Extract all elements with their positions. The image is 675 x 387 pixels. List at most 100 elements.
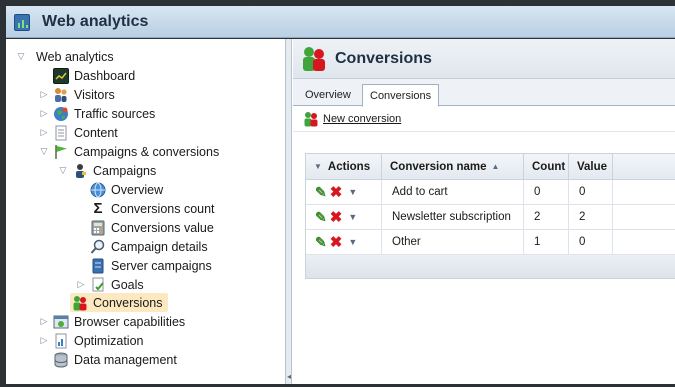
tree-item-conversions-value[interactable]: Conversions value	[90, 218, 214, 237]
expanded-arrow-icon[interactable]: ▽	[58, 165, 68, 176]
table-row: ✎ ✖ ▼ Other 1 0	[306, 230, 675, 255]
tab-strip: Overview Conversions	[293, 79, 675, 107]
collapse-arrow-icon[interactable]: ◂	[287, 372, 291, 381]
tree-item-campaigns[interactable]: ▽ Campaigns	[58, 161, 156, 180]
tree-item-label: Server campaigns	[111, 258, 212, 273]
conversion-name-cell: Other	[382, 230, 524, 254]
collapsed-arrow-icon[interactable]: ▷	[39, 89, 49, 100]
tree-item-label: Visitors	[74, 87, 115, 102]
tree-item-conversions[interactable]: Conversions	[70, 293, 169, 312]
visitors-icon	[53, 87, 69, 103]
collapsed-arrow-icon[interactable]: ▷	[39, 335, 49, 346]
column-header-label: Conversion name	[390, 160, 487, 173]
app-title: Web analytics	[42, 12, 149, 30]
chevron-down-icon[interactable]: ▼	[348, 212, 357, 222]
calculator-icon	[90, 220, 106, 236]
tree-item-label: Campaigns	[93, 163, 157, 178]
tree-item-web-analytics[interactable]: ▽ Web analytics	[16, 47, 114, 66]
sigma-icon: Σ	[93, 200, 103, 217]
actions-column-header[interactable]: ▼ Actions	[306, 154, 382, 179]
app-window: Web analytics ▽ Web analytics Dashboard …	[0, 0, 675, 387]
flag-icon	[53, 144, 69, 160]
title-bar: Web analytics	[6, 6, 675, 38]
column-header-label: Actions	[327, 160, 371, 173]
conversion-name-cell: Newsletter subscription	[382, 205, 524, 229]
filler-cell	[613, 205, 675, 229]
column-header-label: Count	[532, 160, 566, 173]
conversions-grid: ▼ Actions Conversion name ▲ Count Value	[305, 153, 675, 279]
new-conversion-link[interactable]: New conversion	[323, 113, 401, 125]
count-column-header[interactable]: Count	[524, 154, 569, 179]
dashboard-icon	[53, 67, 69, 84]
tree-item-goals[interactable]: ▷ Goals	[76, 275, 144, 294]
count-cell: 1	[524, 230, 569, 254]
row-actions: ✎ ✖ ▼	[306, 205, 382, 229]
tree-item-label: Web analytics	[36, 49, 114, 64]
divider	[293, 131, 675, 132]
edit-icon[interactable]: ✎	[315, 184, 327, 201]
tree-item-label: Campaign details	[111, 239, 208, 254]
value-column-header[interactable]: Value	[569, 154, 613, 179]
chevron-down-icon[interactable]: ▼	[348, 237, 357, 247]
tree-item-visitors[interactable]: ▷ Visitors	[39, 85, 115, 104]
tree-item-label: Optimization	[74, 333, 144, 348]
tree-item-label: Content	[74, 125, 118, 140]
sort-asc-icon: ▲	[491, 162, 500, 171]
grid-header: ▼ Actions Conversion name ▲ Count Value	[306, 154, 675, 180]
tree-item-server-campaigns[interactable]: Server campaigns	[90, 256, 212, 275]
chevron-down-icon[interactable]: ▼	[314, 162, 322, 171]
tree-item-label: Goals	[111, 277, 144, 292]
browser-icon	[53, 314, 69, 330]
collapsed-arrow-icon[interactable]: ▷	[39, 108, 49, 119]
magnifier-icon	[90, 239, 106, 255]
tree-item-data-management[interactable]: Data management	[53, 350, 177, 369]
filler-cell	[613, 230, 675, 254]
tree-item-overview[interactable]: Overview	[90, 180, 163, 199]
tree-item-campaign-details[interactable]: Campaign details	[90, 237, 208, 256]
tree-item-optimization[interactable]: ▷ Optimization	[39, 331, 143, 350]
collapsed-arrow-icon[interactable]: ▷	[39, 316, 49, 327]
chevron-down-icon[interactable]: ▼	[348, 187, 357, 197]
name-column-header[interactable]: Conversion name ▲	[382, 154, 524, 179]
table-row: ✎ ✖ ▼ Add to cart 0 0	[306, 180, 675, 205]
tree-item-label: Browser capabilities	[74, 314, 186, 329]
document-icon	[53, 125, 69, 141]
tab-conversions[interactable]: Conversions	[362, 84, 440, 107]
collapsed-arrow-icon[interactable]: ▷	[39, 127, 49, 138]
tab-overview[interactable]: Overview	[298, 84, 358, 106]
value-cell: 0	[569, 180, 613, 204]
tree-item-label: Conversions value	[111, 220, 214, 235]
delete-icon[interactable]: ✖	[330, 233, 343, 251]
server-icon	[90, 258, 106, 274]
tree-item-dashboard[interactable]: Dashboard	[53, 66, 135, 85]
tree-item-label: Data management	[74, 352, 177, 367]
collapsed-arrow-icon[interactable]: ▷	[76, 279, 86, 290]
tree-item-traffic-sources[interactable]: ▷ Traffic sources	[39, 104, 155, 123]
row-actions: ✎ ✖ ▼	[306, 230, 382, 254]
globe-icon	[53, 106, 69, 122]
conversions-icon	[72, 295, 88, 311]
edit-icon[interactable]: ✎	[315, 234, 327, 251]
web-analytics-icon	[14, 12, 34, 32]
edit-icon[interactable]: ✎	[315, 209, 327, 226]
conversions-panel: Conversions Overview Conversions New con…	[293, 39, 675, 384]
tree-item-browser-capabilities[interactable]: ▷ Browser capabilities	[39, 312, 186, 331]
count-cell: 0	[524, 180, 569, 204]
filler-column-header	[613, 154, 675, 179]
navigation-tree: ▽ Web analytics Dashboard ▷ Visitors ▷ T…	[6, 39, 286, 384]
tree-item-label: Conversions count	[111, 201, 215, 216]
delete-icon[interactable]: ✖	[330, 183, 343, 201]
new-conversion-action[interactable]: New conversion	[303, 111, 401, 127]
panel-splitter[interactable]: ◂	[286, 39, 292, 384]
tree-item-content[interactable]: ▷ Content	[39, 123, 118, 142]
tree-item-campaigns-conversions[interactable]: ▽ Campaigns & conversions	[39, 142, 219, 161]
tree-item-label: Campaigns & conversions	[74, 144, 220, 159]
tree-item-conversions-count[interactable]: Σ Conversions count	[90, 199, 215, 218]
conversion-name-cell: Add to cart	[382, 180, 524, 204]
delete-icon[interactable]: ✖	[330, 208, 343, 226]
expanded-arrow-icon[interactable]: ▽	[39, 146, 49, 157]
goals-icon	[90, 277, 106, 293]
expanded-arrow-icon[interactable]: ▽	[16, 51, 26, 62]
tree-item-label: Dashboard	[74, 68, 136, 83]
tree-item-label: Overview	[111, 182, 164, 197]
